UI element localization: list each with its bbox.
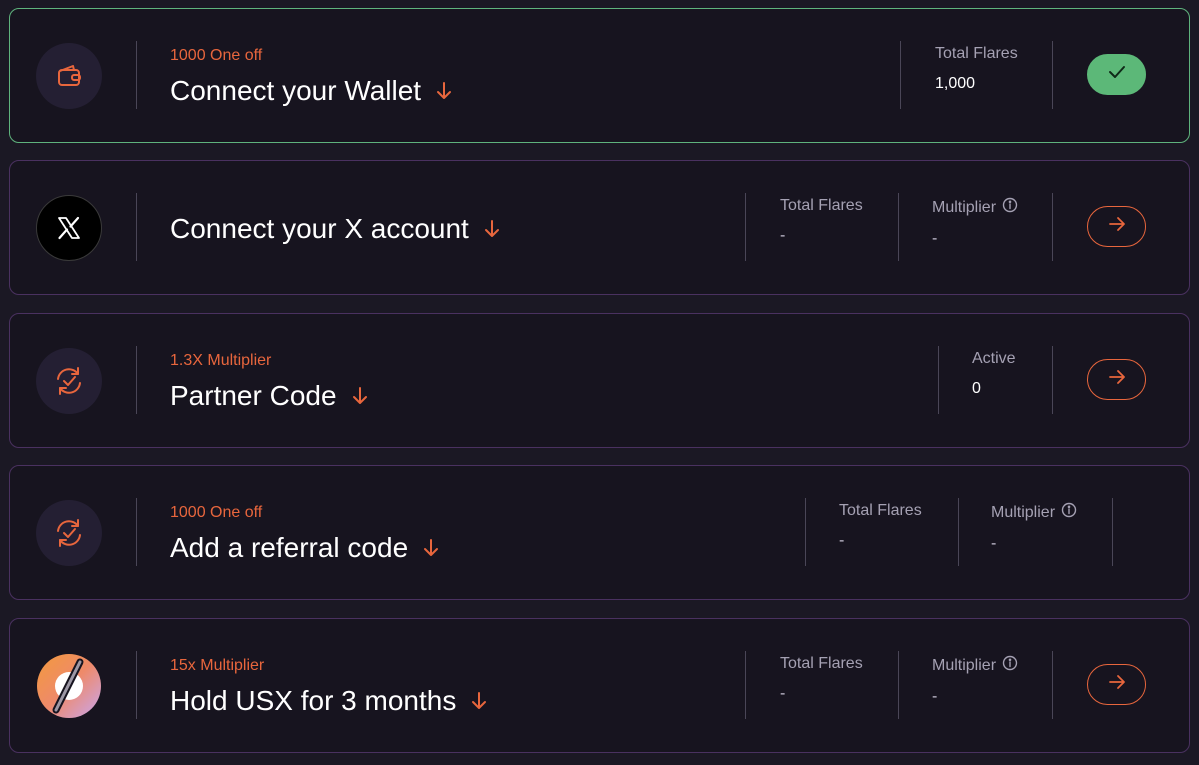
task-title-text: Add a referral code: [170, 532, 409, 563]
divider: [900, 41, 901, 109]
divider: [898, 193, 899, 261]
stat-label-text: Multiplier: [932, 656, 997, 674]
task-card-connect-x: Connect your X account Total Flares - Mu…: [9, 160, 1190, 295]
stat-multiplier: Multiplier -: [932, 655, 1018, 706]
divider: [1052, 651, 1053, 719]
stat-value: 0: [972, 380, 981, 397]
divider: [136, 193, 137, 261]
divider: [136, 41, 137, 109]
stat-total-flares: Total Flares -: [780, 197, 863, 245]
stat-value: 1,000: [935, 75, 976, 92]
info-icon[interactable]: [1002, 197, 1018, 218]
check-icon: [1107, 64, 1127, 85]
stat-multiplier: Multiplier -: [932, 197, 1018, 248]
arrow-down-icon: [422, 538, 440, 558]
usx-logo-icon: [36, 653, 102, 719]
refresh-check-icon: [36, 500, 102, 566]
arrow-down-icon: [483, 219, 501, 239]
task-title-text: Connect your X account: [170, 213, 469, 244]
go-button[interactable]: [1087, 206, 1146, 247]
stat-label: Multiplier: [932, 197, 1018, 218]
arrow-down-icon: [435, 81, 453, 101]
stat-label: Multiplier: [991, 502, 1077, 523]
task-title[interactable]: Connect your X account: [170, 213, 501, 245]
x-logo-icon: [36, 195, 102, 261]
divider: [136, 651, 137, 719]
stat-label: Multiplier: [932, 655, 1018, 676]
arrow-right-icon: [1108, 369, 1126, 390]
stat-total-flares: Total Flares 1,000: [935, 45, 1018, 93]
task-title-text: Hold USX for 3 months: [170, 685, 457, 716]
task-title-text: Connect your Wallet: [170, 75, 422, 106]
arrow-right-icon: [1108, 216, 1126, 237]
go-button[interactable]: [1087, 664, 1146, 705]
divider: [958, 498, 959, 566]
arrow-down-icon: [470, 691, 488, 711]
divider: [745, 651, 746, 719]
stat-label-text: Multiplier: [991, 503, 1056, 521]
divider: [745, 193, 746, 261]
task-title[interactable]: Connect your Wallet: [170, 75, 453, 107]
stat-value: -: [780, 685, 786, 702]
divider: [136, 346, 137, 414]
stat-multiplier: Multiplier -: [991, 502, 1077, 553]
divider: [805, 498, 806, 566]
divider: [136, 498, 137, 566]
info-icon[interactable]: [1002, 655, 1018, 676]
stat-value: -: [932, 688, 938, 705]
stat-label: Total Flares: [780, 197, 863, 214]
stat-total-flares: Total Flares -: [780, 655, 863, 703]
divider: [938, 346, 939, 414]
completed-check-button[interactable]: [1087, 54, 1146, 95]
refresh-check-icon: [36, 348, 102, 414]
arrow-down-icon: [351, 386, 369, 406]
stat-total-flares: Total Flares -: [839, 502, 922, 550]
task-card-referral-code: 1000 One off Add a referral code Total F…: [9, 465, 1190, 600]
task-tag: 1.3X Multiplier: [170, 352, 272, 369]
stat-value: -: [780, 227, 786, 244]
task-title[interactable]: Add a referral code: [170, 532, 440, 564]
divider: [1052, 346, 1053, 414]
stat-value: -: [991, 535, 997, 552]
stat-label: Total Flares: [780, 655, 863, 672]
task-tag: 1000 One off: [170, 504, 263, 521]
info-icon[interactable]: [1061, 502, 1077, 523]
divider: [1112, 498, 1113, 566]
stat-label: Active: [972, 350, 1016, 367]
wallet-icon: [36, 43, 102, 109]
stat-label: Total Flares: [839, 502, 922, 519]
divider: [898, 651, 899, 719]
stat-active: Active 0: [972, 350, 1016, 398]
task-title-text: Partner Code: [170, 380, 337, 411]
stat-value: -: [932, 230, 938, 247]
task-tag: 15x Multiplier: [170, 657, 265, 674]
task-card-hold-usx: 15x Multiplier Hold USX for 3 months Tot…: [9, 618, 1190, 753]
task-card-partner-code: 1.3X Multiplier Partner Code Active 0: [9, 313, 1190, 448]
task-title[interactable]: Hold USX for 3 months: [170, 685, 488, 717]
stat-label: Total Flares: [935, 45, 1018, 62]
divider: [1052, 41, 1053, 109]
arrow-right-icon: [1108, 674, 1126, 695]
task-card-connect-wallet: 1000 One off Connect your Wallet Total F…: [9, 8, 1190, 143]
go-button[interactable]: [1087, 359, 1146, 400]
stat-value: -: [839, 532, 845, 549]
task-title[interactable]: Partner Code: [170, 380, 369, 412]
task-tag: 1000 One off: [170, 47, 263, 64]
divider: [1052, 193, 1053, 261]
stat-label-text: Multiplier: [932, 198, 997, 216]
